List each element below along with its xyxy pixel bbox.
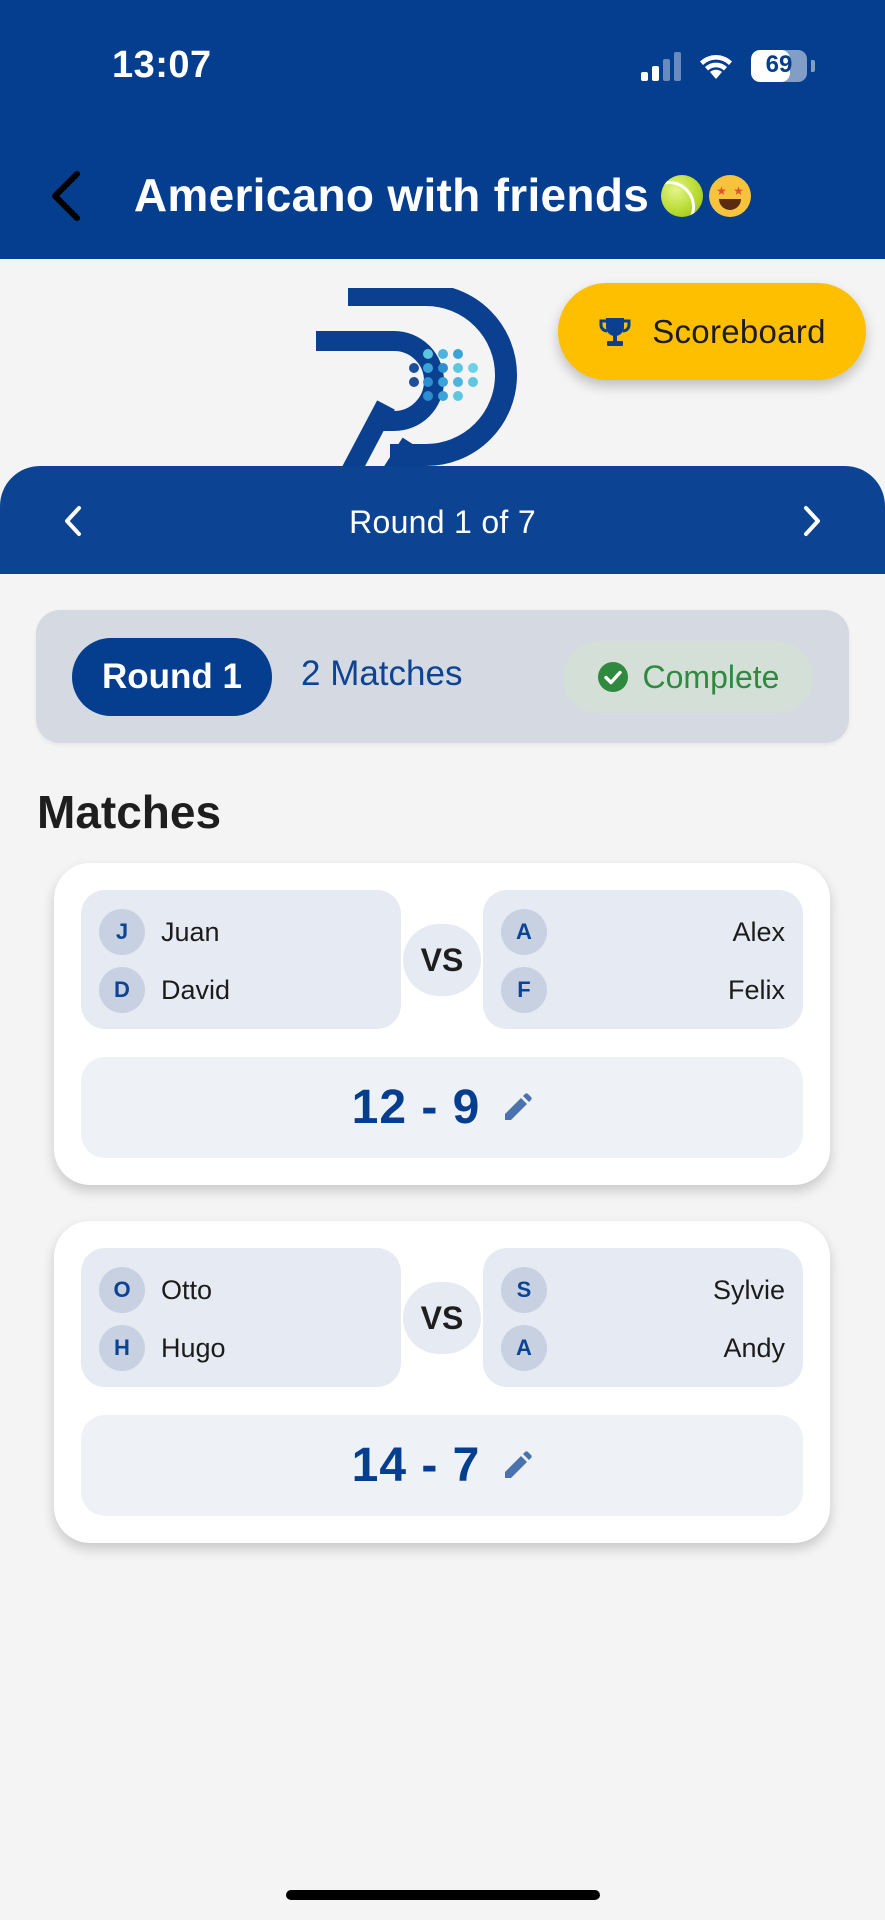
player: S Sylvie — [501, 1267, 785, 1313]
round-indicator: Round 1 of 7 — [349, 504, 536, 540]
match-score: 14 - 7 — [351, 1439, 481, 1492]
check-circle-icon — [597, 662, 628, 692]
wifi-icon — [700, 55, 732, 79]
scoreboard-button[interactable]: Scoreboard — [558, 283, 866, 380]
team-right: A Alex F Felix — [483, 890, 803, 1029]
star-struck-face-icon: ★ ★ — [709, 175, 752, 217]
match-card: J Juan D David VS A Alex F Felix 12 - 9 — [54, 863, 830, 1185]
avatar: A — [501, 1325, 547, 1371]
avatar: D — [99, 967, 145, 1013]
player-name: Otto — [161, 1274, 213, 1305]
home-indicator — [286, 1890, 600, 1900]
player-name: Sylvie — [712, 1274, 785, 1305]
player-name: David — [161, 974, 231, 1005]
team-left: J Juan D David — [81, 890, 401, 1029]
edit-pencil-icon[interactable] — [502, 1450, 533, 1481]
match-card: O Otto H Hugo VS S Sylvie A Andy 14 - 7 — [54, 1221, 830, 1543]
player: H Hugo — [99, 1325, 383, 1371]
title-row: Americano with friends ★ ★ — [0, 168, 885, 222]
player: F Felix — [501, 967, 785, 1013]
player: J Juan — [99, 909, 383, 955]
next-round-button[interactable] — [787, 496, 837, 546]
matches-count: 2 Matches — [301, 654, 463, 693]
avatar: J — [99, 909, 145, 955]
round-badge: Round 1 — [72, 638, 272, 716]
status-time: 13:07 — [112, 44, 212, 86]
vs-badge: VS — [403, 924, 481, 996]
app-header: 13:07 69 Americano with friends ★ ★ — [0, 0, 885, 259]
battery-level: 69 — [765, 51, 793, 78]
tennis-ball-icon — [661, 175, 704, 217]
cellular-signal-icon — [641, 51, 681, 81]
team-left: O Otto H Hugo — [81, 1248, 401, 1387]
page-title: Americano with friends — [133, 169, 650, 221]
vs-badge: VS — [403, 1282, 481, 1354]
status-icons: 69 — [641, 46, 815, 86]
section-title: Matches — [37, 786, 222, 838]
status-label: Complete — [642, 658, 780, 695]
round-summary: Round 1 2 Matches Complete — [36, 610, 849, 743]
match-score: 12 - 9 — [351, 1081, 481, 1134]
round-navigator: Round 1 of 7 — [0, 466, 885, 574]
score-display[interactable]: 12 - 9 — [81, 1057, 803, 1158]
avatar: O — [99, 1267, 145, 1313]
chevron-right-icon — [804, 506, 820, 536]
avatar: F — [501, 967, 547, 1013]
player: D David — [99, 967, 383, 1013]
status-badge: Complete — [563, 641, 813, 713]
team-right: S Sylvie A Andy — [483, 1248, 803, 1387]
player: A Alex — [501, 909, 785, 955]
player-name: Hugo — [161, 1332, 226, 1363]
player-name: Felix — [727, 974, 785, 1005]
battery-icon: 69 — [751, 50, 807, 82]
player: O Otto — [99, 1267, 383, 1313]
avatar: A — [501, 909, 547, 955]
avatar: H — [99, 1325, 145, 1371]
player-name: Juan — [161, 916, 220, 947]
edit-pencil-icon[interactable] — [502, 1092, 533, 1123]
trophy-icon — [599, 317, 631, 346]
scoreboard-label: Scoreboard — [652, 312, 826, 350]
player: A Andy — [501, 1325, 785, 1371]
avatar: S — [501, 1267, 547, 1313]
player-name: Alex — [732, 916, 785, 947]
score-display[interactable]: 14 - 7 — [81, 1415, 803, 1516]
player-name: Andy — [723, 1332, 785, 1363]
